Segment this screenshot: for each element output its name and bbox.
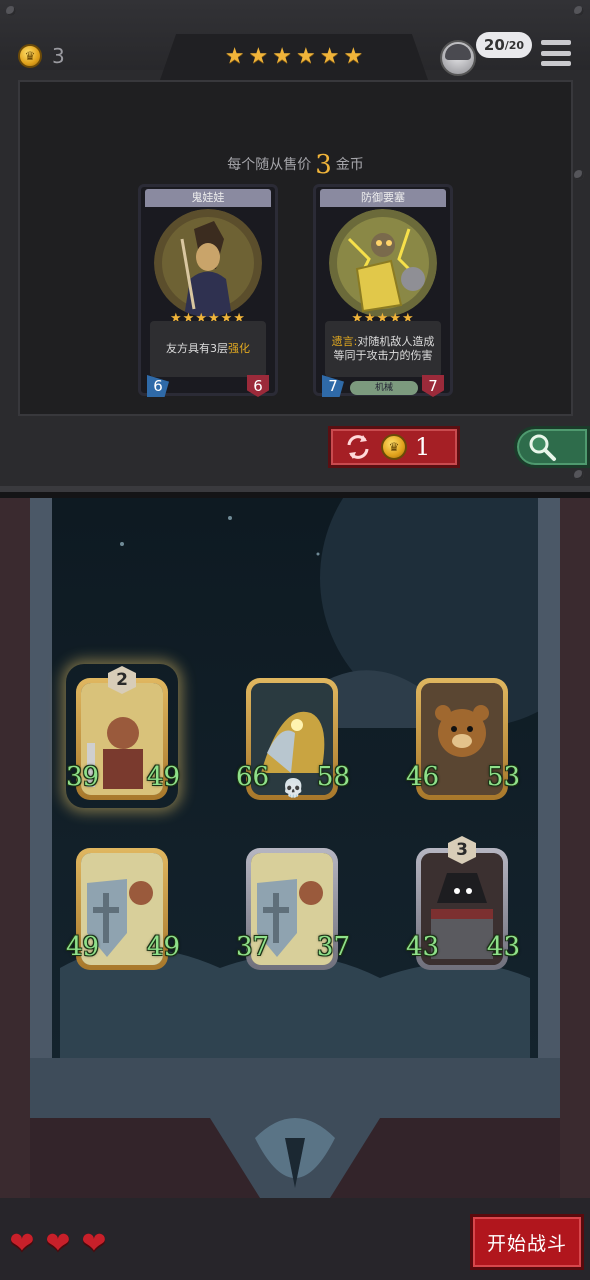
card-health: 7 [422,375,444,397]
board-minion[interactable]: 2 39 49 [66,666,180,802]
price-suffix: 金币 [335,157,364,173]
card-tribe-tag: 机械 [350,381,418,395]
battle-board: 2 39 49 66 58 💀 46 53 49 49 37 37 3 43 4… [0,498,590,1280]
board-minion[interactable]: 49 49 [66,838,180,972]
tavern-star-rating: ★ ★ ★ ★ ★ ★ [160,34,428,80]
card-attack: 6 [147,375,169,397]
minion-attack: 66 [236,762,270,792]
board-minion[interactable]: 3 43 43 [406,836,520,972]
gold-display: ♛ 3 [18,44,65,68]
heart-icon: ❤ [9,1226,35,1261]
shop-card[interactable]: 防御要塞 ★★★★★ 遗言:对随机敌人造成等同于攻击力的伤害 7 机械 7 [313,184,453,397]
hamburger-menu-icon [541,40,571,45]
level-current: 20 [483,36,505,54]
minion-health: 58 [316,762,350,792]
refresh-cost: 1 [415,433,431,461]
start-battle-button[interactable]: 开始战斗 [470,1214,584,1270]
board-minion[interactable]: 66 58 💀 [236,668,350,802]
shop-card[interactable]: 鬼娃娃 ★★★★★★ 友方具有3层强化 6 6 [138,184,278,397]
card-description: 友方具有3层强化 [150,321,266,377]
minion-health: 53 [486,762,520,792]
price-value: 3 [315,150,332,180]
refresh-icon [343,432,373,462]
star-icon: ★ [343,44,364,69]
menu-button[interactable] [541,40,571,66]
minion-health: 49 [146,932,180,962]
search-icon [529,434,556,461]
gold-amount: 3 [52,44,65,68]
star-icon: ★ [248,44,269,69]
board-minion[interactable]: 46 53 [406,668,520,802]
skull-icon: 💀 [282,778,305,799]
minion-attack: 37 [236,932,270,962]
heart-icon: ❤ [45,1226,71,1261]
menu-line [541,61,571,66]
game-screen: ♛ 3 ★ ★ ★ ★ ★ ★ 20/20 每个随从售价 3 金币 鬼娃娃 ★★… [0,0,590,1280]
card-attack: 7 [322,375,344,397]
card-description: 遗言:对随机敌人造成等同于攻击力的伤害 [325,321,441,377]
refresh-shop-button[interactable]: ♛ 1 [328,426,460,468]
card-desc-keyword: 遗言: [331,335,358,348]
heart-icon: ❤ [81,1226,107,1261]
level-max: /20 [504,38,525,52]
price-prefix: 每个随从售价 [227,157,312,173]
sell-price-info: 每个随从售价 3 金币 [20,150,571,180]
coin-icon: ♛ [18,44,42,68]
rivet [574,6,584,16]
menu-line [541,50,571,56]
card-art-ghost-doll [154,209,262,317]
shop-panel: ♛ 3 ★ ★ ★ ★ ★ ★ 20/20 每个随从售价 3 金币 鬼娃娃 ★★… [0,0,590,492]
minion-health: 37 [316,932,350,962]
rivet [6,6,16,16]
player-avatar[interactable] [440,40,476,76]
minion-attack: 46 [406,762,440,792]
star-icon: ★ [224,44,245,69]
rivet [574,170,584,180]
player-level-badge: 20/20 [476,32,532,58]
minion-attack: 49 [66,932,100,962]
minion-attack: 43 [406,932,440,962]
player-lives: ❤ ❤ ❤ [6,1228,110,1260]
coin-icon: ♛ [381,434,407,460]
card-health: 6 [247,375,269,397]
card-name: 鬼娃娃 [145,189,271,207]
card-art-defense-fortress [329,209,437,317]
card-desc-keyword: 强化 [228,342,250,355]
card-name: 防御要塞 [320,189,446,207]
rivet [574,470,584,480]
minion-health: 49 [146,762,180,792]
search-button[interactable] [514,426,590,468]
card-desc-text: 友方具有3层 [166,342,228,355]
minion-health: 43 [486,932,520,962]
minion-attack: 39 [66,762,100,792]
star-icon: ★ [272,44,292,69]
board-minion[interactable]: 37 37 [236,838,350,972]
star-icon: ★ [296,44,316,69]
star-icon: ★ [319,44,340,69]
shop-board: 每个随从售价 3 金币 鬼娃娃 ★★★★★★ 友方具有3层强化 6 6 防御要塞… [18,80,573,416]
